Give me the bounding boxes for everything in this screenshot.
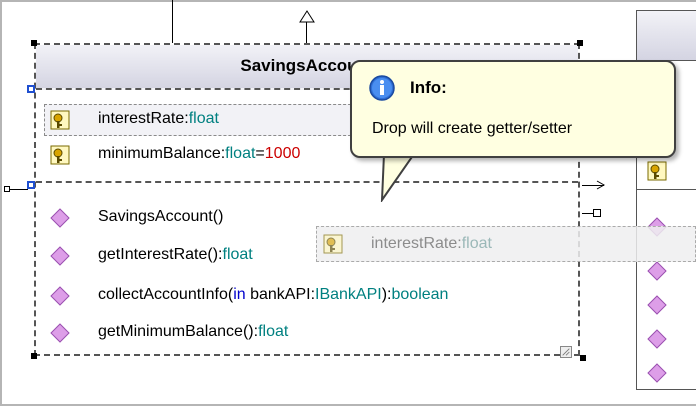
- window-frame-top: [0, 0, 696, 2]
- resize-handle[interactable]: [577, 40, 583, 46]
- attribute-port[interactable]: [27, 85, 35, 93]
- diamond-operation-icon: [647, 261, 667, 281]
- operation-label: SavingsAccount(): [98, 208, 224, 225]
- attribute-label: minimumBalance:float=1000: [98, 145, 301, 162]
- attribute-row-interestrate[interactable]: interestRate:float: [44, 104, 376, 136]
- association-line[interactable]: [172, 0, 173, 44]
- dragged-attribute-label: interestRate:float: [371, 235, 492, 252]
- operation-label: getInterestRate():float: [98, 246, 253, 263]
- tooltip-pointer: [380, 154, 416, 202]
- arrowhead-icon: [596, 180, 606, 190]
- diamond-operation-icon: [50, 246, 70, 266]
- diamond-operation-icon: [647, 295, 667, 315]
- resize-handle[interactable]: [31, 353, 37, 359]
- diamond-operation-icon: [50, 208, 70, 228]
- adjacent-class-separator: [637, 189, 696, 190]
- diamond-operation-icon: [50, 286, 70, 306]
- key-attribute-icon: [647, 161, 667, 181]
- attribute-row-minimumbalance[interactable]: minimumBalance:float=1000: [36, 140, 366, 168]
- connector-end-square: [593, 209, 601, 217]
- diamond-operation-icon: [647, 329, 667, 349]
- operation-label: collectAccountInfo(in bankAPI:IBankAPI):…: [98, 286, 449, 303]
- connector-end-square: [4, 186, 10, 192]
- generalization-arrow-icon[interactable]: [296, 10, 318, 24]
- key-attribute-icon: [323, 234, 343, 254]
- resize-handle[interactable]: [31, 40, 37, 46]
- operation-port[interactable]: [27, 181, 35, 189]
- key-attribute-icon: [50, 145, 70, 165]
- info-icon: [369, 75, 395, 101]
- attribute-label: interestRate:float: [98, 110, 219, 127]
- tooltip-message: Drop will create getter/setter: [372, 120, 573, 137]
- tooltip-title: Info:: [410, 78, 447, 97]
- info-tooltip: Info: Drop will create getter/setter: [350, 60, 676, 158]
- adjacent-class-header: [637, 11, 696, 61]
- resize-handle[interactable]: [580, 355, 586, 361]
- diamond-operation-icon: [50, 323, 70, 343]
- resize-grip-icon[interactable]: [560, 346, 572, 358]
- generalization-line[interactable]: [306, 22, 307, 44]
- operation-label: getMinimumBalance():float: [98, 323, 289, 340]
- dragged-attribute-ghost: interestRate:float: [316, 226, 696, 262]
- compartment-separator: [36, 181, 578, 183]
- port-connector-line: [8, 189, 28, 190]
- diamond-operation-icon: [647, 363, 667, 383]
- key-attribute-icon: [50, 110, 70, 130]
- window-frame-left: [0, 0, 2, 406]
